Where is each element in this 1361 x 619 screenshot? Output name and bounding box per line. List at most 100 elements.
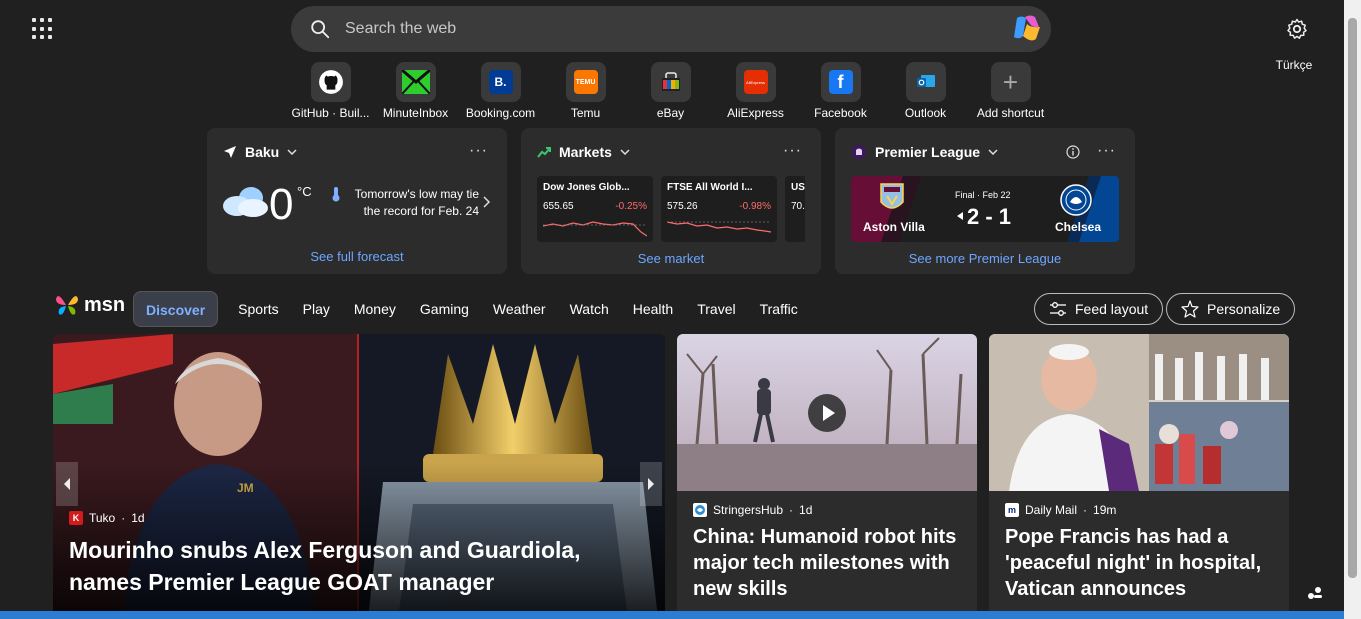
market-tile[interactable]: Dow Jones Glob... 655.65 -0.25% [537,176,653,242]
chevron-right-icon[interactable] [483,196,491,208]
shortcut-github[interactable]: GitHub · Buil... [288,62,373,120]
aliexpress-icon: AliExpress [735,62,776,102]
story-source[interactable]: m Daily Mail · 19m [1005,503,1116,517]
shortcut-minuteinbox[interactable]: MinuteInbox [373,62,458,120]
market-name: Dow Jones Glob... [543,182,630,193]
sports-card[interactable]: Premier League ··· Aston Villa Final · F… [835,128,1135,274]
more-options-icon[interactable]: ··· [469,142,488,160]
source-separator: · [1083,503,1088,517]
tab-money[interactable]: Money [342,291,408,327]
tab-travel[interactable]: Travel [685,291,747,327]
hero-story-card[interactable]: JM K Tuko · 1d Mourinho snubs Alex Fergu… [53,334,665,619]
see-market-link[interactable]: See market [521,251,821,266]
tab-watch[interactable]: Watch [558,291,621,327]
shortcuts-bar: GitHub · Buil... MinuteInbox B. Booking.… [288,62,1053,120]
ebay-icon [650,62,691,102]
market-change: -0.98% [739,201,771,212]
shortcut-booking[interactable]: B. Booking.com [458,62,543,120]
weather-location-selector[interactable]: Baku [223,144,297,160]
aston-villa-crest-icon [880,183,904,209]
see-more-premier-league-link[interactable]: See more Premier League [835,251,1135,266]
story-thumbnail [989,334,1289,491]
temu-icon: TEMU [565,62,606,102]
msn-logo[interactable]: msn [54,293,125,317]
story-headline[interactable]: China: Humanoid robot hits major tech mi… [693,524,965,602]
sports-header[interactable]: Premier League [851,144,998,160]
tab-gaming[interactable]: Gaming [408,291,481,327]
plus-icon: + [990,62,1031,102]
markets-header[interactable]: Markets [537,144,630,160]
facebook-glyph: f [828,70,853,94]
weather-location: Baku [245,144,280,160]
carousel-prev-button[interactable] [56,462,78,506]
language-selector[interactable]: Türkçe [1264,58,1324,72]
play-video-button[interactable] [808,394,846,432]
shortcut-outlook[interactable]: Outlook [883,62,968,120]
markets-card[interactable]: Markets ··· Dow Jones Glob... 655.65 -0.2… [521,128,821,274]
tab-weather[interactable]: Weather [481,291,558,327]
shortcut-label: MinuteInbox [382,106,449,120]
source-name: Tuko [89,511,116,525]
plus-glyph: + [1002,66,1019,97]
tab-health[interactable]: Health [621,291,685,327]
search-bar[interactable] [291,6,1051,52]
more-options-icon[interactable]: ··· [1097,142,1116,160]
page-scrollbar[interactable] [1344,0,1361,619]
away-team-name: Chelsea [1055,220,1102,234]
shortcut-ebay[interactable]: eBay [628,62,713,120]
hero-source[interactable]: K Tuko · 1d [69,511,145,525]
more-options-icon[interactable]: ··· [783,142,802,160]
market-tile[interactable]: FTSE All World I... 575.26 -0.98% [661,176,777,242]
story-card[interactable]: m Daily Mail · 19m Pope Francis has had … [989,334,1289,619]
carousel-next-button[interactable] [640,462,662,506]
scrollbar-thumb[interactable] [1348,18,1357,578]
feedback-icon[interactable] [1306,585,1324,601]
search-input[interactable] [345,6,985,52]
tab-discover[interactable]: Discover [133,291,219,327]
personalize-button[interactable]: Personalize [1166,293,1296,325]
star-edit-icon [1181,300,1199,318]
shortcut-label: GitHub · Buil... [291,106,370,120]
source-age: 1d [131,511,145,525]
match-status: Final · Feb 22 [955,190,1011,200]
home-team-name: Aston Villa [863,220,925,234]
facebook-icon: f [820,62,861,102]
search-icon [311,20,330,39]
shortcut-temu[interactable]: TEMU Temu [543,62,628,120]
market-value: 575.26 [667,201,698,212]
info-icon[interactable] [1066,145,1080,159]
weather-card[interactable]: Baku ··· 0 °C Tomorrow's low may tie the… [207,128,507,274]
story-card[interactable]: StringersHub · 1d China: Humanoid robot … [677,334,977,619]
market-change: -0.25% [615,201,647,212]
story-headline[interactable]: Pope Francis has had a 'peaceful night' … [1005,524,1277,602]
tab-play[interactable]: Play [291,291,342,327]
booking-glyph: B. [488,70,513,94]
see-full-forecast-link[interactable]: See full forecast [207,249,507,264]
source-age: 1d [799,503,813,517]
feed-layout-button[interactable]: Feed layout [1034,293,1164,325]
personalize-label: Personalize [1207,301,1281,317]
settings-gear-icon[interactable] [1285,17,1309,41]
market-name: US [791,182,805,193]
weather-record-note[interactable]: Tomorrow's low may tie the record for Fe… [349,186,479,220]
shortcut-aliexpress[interactable]: AliExpress AliExpress [713,62,798,120]
apps-launcher-icon[interactable] [30,16,56,42]
shortcut-add[interactable]: + Add shortcut [968,62,1053,120]
weather-unit: °C [297,184,312,199]
story-source[interactable]: StringersHub · 1d [693,503,812,517]
market-tile[interactable]: US 70.2 [785,176,805,242]
shortcut-facebook[interactable]: f Facebook [798,62,883,120]
sports-title: Premier League [875,144,981,160]
weather-temperature: 0 [269,180,294,229]
msn-brand-text: msn [84,293,126,316]
tab-traffic[interactable]: Traffic [748,291,810,327]
shortcut-label: Temu [570,106,601,120]
source-name: Daily Mail [1025,503,1078,517]
copilot-icon[interactable] [1011,14,1043,44]
tab-sports[interactable]: Sports [226,291,290,327]
market-value: 70.2 [791,201,805,212]
match-score-tile[interactable]: Aston Villa Final · Feb 22 2 - 1 Chelsea [851,176,1119,242]
tuko-logo-icon: K [69,511,83,525]
stringershub-logo-icon [693,503,707,517]
hero-headline[interactable]: Mourinho snubs Alex Ferguson and Guardio… [69,534,629,598]
